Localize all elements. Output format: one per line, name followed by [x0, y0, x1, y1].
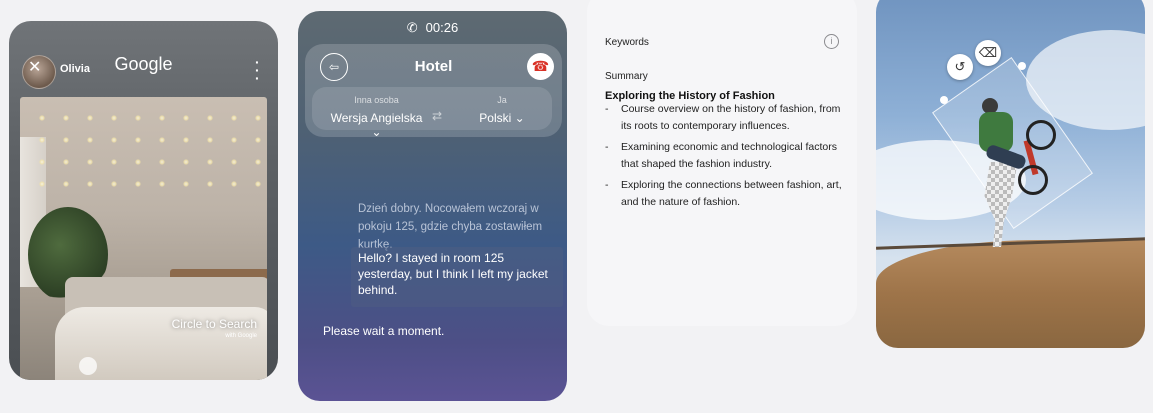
end-call-button[interactable]: ☎ [527, 53, 554, 80]
summary-label: Summary [605, 71, 648, 82]
selection-handle[interactable] [1018, 62, 1026, 70]
swap-languages-icon[interactable]: ⇄ [432, 109, 442, 123]
circle-to-search-label: Circle to Search [171, 317, 257, 331]
interpreter-call-screen: ✆ 00:26 ⇦ Hotel ☎ Inna osoba Wersja Angie… [298, 11, 567, 401]
search-circle-marker[interactable] [79, 357, 97, 375]
translated-message: Hello? I stayed in room 125 yesterday, b… [351, 247, 563, 307]
chevron-down-icon: ⌄ [514, 111, 525, 125]
call-timer: 00:26 [425, 20, 459, 35]
other-person-language: Wersja Angielska [330, 111, 423, 125]
circle-to-search-screen: Circle to Search with Google ✕ Olivia Go… [9, 21, 278, 380]
call-status: ✆ 00:26 [298, 20, 567, 36]
list-item: Exploring the connections between fashio… [605, 177, 845, 210]
notes-summary-screen: Keywords i Summary Exploring the History… [587, 0, 857, 326]
list-item: Examining economic and technological fac… [605, 139, 845, 172]
phone-icon: ✆ [406, 20, 418, 35]
selection-handle[interactable] [940, 96, 948, 104]
my-language-group[interactable]: Ja Polski ⌄ [452, 95, 552, 125]
keywords-label[interactable]: Keywords [605, 37, 649, 48]
string-lights [30, 107, 267, 197]
circle-to-search-sublabel: with Google [225, 333, 257, 339]
photo-edit-screen: ↺ ⌫ [876, 0, 1145, 348]
language-selector: Inna osoba Wersja Angielska ⌄ ⇄ Ja Polsk… [312, 87, 552, 139]
call-title: Hotel [414, 58, 453, 75]
chevron-down-icon: ⌄ [371, 125, 382, 139]
info-icon[interactable]: i [824, 34, 839, 49]
me-caption: Ja [497, 95, 507, 105]
other-person-caption: Inna osoba [354, 95, 399, 105]
my-language: Polski [479, 111, 512, 125]
eraser-icon[interactable]: ⌫ [975, 40, 1001, 66]
undo-icon[interactable]: ↺ [947, 54, 973, 80]
incoming-message: Dzień dobry. Nocowałem wczoraj w pokoju … [358, 203, 543, 251]
bedroom-photo[interactable]: Circle to Search with Google [20, 97, 267, 380]
bike-wheel [1018, 165, 1048, 195]
bike-wheel [1026, 120, 1056, 150]
list-item: Course overview on the history of fashio… [605, 101, 845, 134]
skate-ramp [876, 240, 1145, 348]
call-card: ⇦ Hotel ☎ Inna osoba Wersja Angielska ⌄ … [305, 44, 562, 139]
other-person-language-group[interactable]: Inna osoba Wersja Angielska ⌄ [324, 95, 429, 139]
google-logo: Google [114, 54, 173, 74]
summary-list: Course overview on the history of fashio… [605, 101, 845, 215]
outgoing-message: Please wait a moment. [323, 324, 445, 338]
more-options-icon[interactable]: · · · [255, 55, 260, 85]
